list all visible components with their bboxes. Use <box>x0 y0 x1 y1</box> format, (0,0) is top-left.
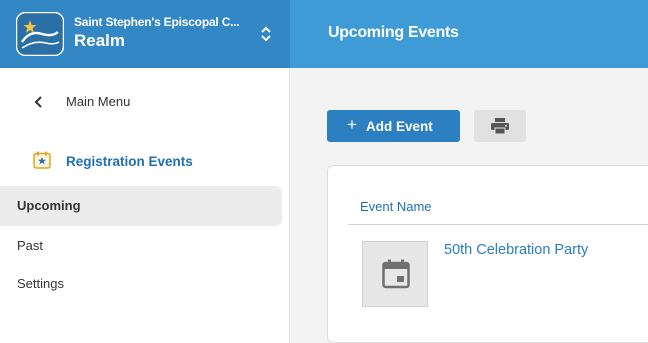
page-header: Upcoming Events <box>290 0 648 68</box>
plus-icon: + <box>347 115 357 134</box>
chevron-left-icon <box>34 96 42 108</box>
page-title: Upcoming Events <box>328 24 459 41</box>
event-name-link[interactable]: 50th Celebration Party <box>444 242 588 258</box>
sidebar-item-label: Past <box>17 238 44 253</box>
sidebar: Saint Stephen's Episcopal C... Realm Mai… <box>0 0 290 343</box>
sidebar-item-settings[interactable]: Settings <box>0 264 282 304</box>
sidebar-item-past[interactable]: Past <box>0 226 282 266</box>
add-event-label: Add Event <box>366 119 433 134</box>
calendar-star-icon <box>33 151 51 169</box>
event-thumbnail[interactable] <box>362 241 428 307</box>
print-button[interactable] <box>474 110 526 142</box>
chevron-up-down-icon[interactable] <box>258 24 274 44</box>
realm-logo-icon <box>16 12 64 56</box>
events-table-card: Event Name 50th Celebration Party <box>327 165 648 343</box>
org-name: Saint Stephen's Episcopal C... <box>74 15 240 29</box>
sidebar-item-upcoming[interactable]: Upcoming <box>0 186 282 226</box>
column-header-event-name[interactable]: Event Name <box>360 199 432 214</box>
header-divider <box>348 224 648 225</box>
sidebar-item-label: Settings <box>17 276 64 291</box>
section-label: Registration Events <box>66 154 193 169</box>
printer-icon <box>491 118 509 134</box>
calendar-icon <box>382 259 410 289</box>
org-switcher[interactable]: Saint Stephen's Episcopal C... Realm <box>0 0 290 68</box>
main-menu-label: Main Menu <box>66 94 131 109</box>
sidebar-item-label: Upcoming <box>17 198 81 213</box>
add-event-button[interactable]: + Add Event <box>327 110 460 142</box>
app-name: Realm <box>74 31 126 50</box>
